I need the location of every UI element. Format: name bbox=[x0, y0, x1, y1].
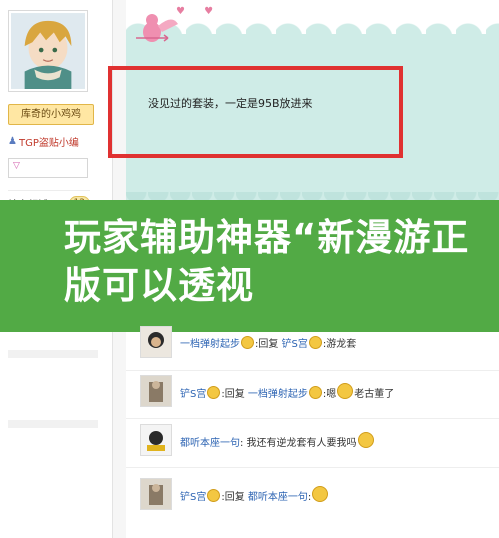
emoji-icon bbox=[308, 335, 322, 349]
emoji-icon bbox=[308, 385, 322, 399]
comment-username[interactable]: 都听本座一句 bbox=[180, 438, 240, 449]
user-icon: ♟ bbox=[8, 136, 17, 147]
commenter-avatar[interactable] bbox=[140, 326, 172, 358]
chevron-down-icon: ▽ bbox=[13, 161, 20, 171]
post-quote-text: 没见过的套装，一定是95B放进来 bbox=[148, 97, 313, 110]
badge-select[interactable]: ▽ bbox=[8, 158, 88, 178]
comment-body: :游龙套 bbox=[322, 338, 357, 350]
comment-text: 都听本座一句: 我还有逆龙套有人要我吗 bbox=[180, 431, 375, 449]
anime-avatar-image bbox=[11, 13, 85, 89]
avatar-image bbox=[141, 479, 171, 509]
emoji-icon bbox=[207, 488, 221, 502]
comment-divider bbox=[126, 370, 499, 371]
commenter-avatar[interactable] bbox=[140, 478, 172, 510]
reply-label: :回复 bbox=[255, 338, 279, 350]
comment-text: 铲S宫 :回复 一档弹射起步 :嗯 老古董了 bbox=[180, 382, 395, 400]
comment-text: 一档弹射起步 :回复 铲S宫 :游龙套 bbox=[180, 335, 356, 350]
comment-body-continued: 老古董了 bbox=[354, 388, 395, 400]
reply-label: :回复 bbox=[221, 388, 245, 400]
user-avatar[interactable] bbox=[8, 10, 88, 92]
reply-username[interactable]: 铲S宫 bbox=[282, 339, 308, 350]
comment-username[interactable]: 一档弹射起步 bbox=[180, 339, 240, 350]
comment-username[interactable]: 铲S宫 bbox=[180, 492, 206, 503]
nickname-button[interactable]: 库奇的小鸡鸡 bbox=[8, 104, 94, 125]
comment-divider bbox=[126, 418, 499, 419]
tgp-link-label: TGP盗贴小编 bbox=[18, 138, 79, 149]
headline-title: 玩家辅助神器“新漫游正版可以透视 bbox=[64, 216, 470, 307]
comment-item: 铲S宫 :回复 一档弹射起步 :嗯 老古董了 bbox=[140, 375, 394, 407]
comment-body: : 我还有逆龙套有人要我吗 bbox=[240, 437, 357, 449]
emoji-icon bbox=[207, 385, 221, 399]
comment-item: 铲S宫 :回复 都听本座一句: bbox=[140, 478, 329, 510]
comment-divider bbox=[126, 467, 499, 468]
reply-username[interactable]: 一档弹射起步 bbox=[248, 389, 308, 400]
tgp-link[interactable]: ♟ TGP盗贴小编 bbox=[8, 134, 79, 149]
comment-username[interactable]: 铲S宫 bbox=[180, 389, 206, 400]
comment-text: 铲S宫 :回复 都听本座一句: bbox=[180, 485, 329, 503]
smile-emoji-icon bbox=[312, 485, 329, 502]
reply-username[interactable]: 都听本座一句 bbox=[248, 492, 308, 503]
commenter-avatar[interactable] bbox=[140, 375, 172, 407]
avatar-image bbox=[141, 425, 171, 455]
smile-emoji-icon bbox=[337, 382, 354, 399]
sidebar-divider bbox=[8, 420, 98, 428]
reply-label: :回复 bbox=[221, 491, 245, 503]
comment-body: :嗯 bbox=[322, 388, 337, 400]
heart-icons: ♥ ♥ bbox=[176, 6, 222, 17]
laugh-emoji-icon bbox=[357, 431, 374, 448]
avatar-image bbox=[141, 327, 171, 357]
emoji-icon bbox=[241, 335, 254, 349]
comment-item: 都听本座一句: 我还有逆龙套有人要我吗 bbox=[140, 424, 375, 456]
comment-body: : bbox=[307, 491, 312, 503]
highlight-frame bbox=[108, 66, 403, 158]
avatar-image bbox=[141, 376, 171, 406]
sidebar-divider bbox=[8, 350, 98, 358]
commenter-avatar[interactable] bbox=[140, 424, 172, 456]
comment-item: 一档弹射起步 :回复 铲S宫 :游龙套 bbox=[140, 326, 356, 358]
